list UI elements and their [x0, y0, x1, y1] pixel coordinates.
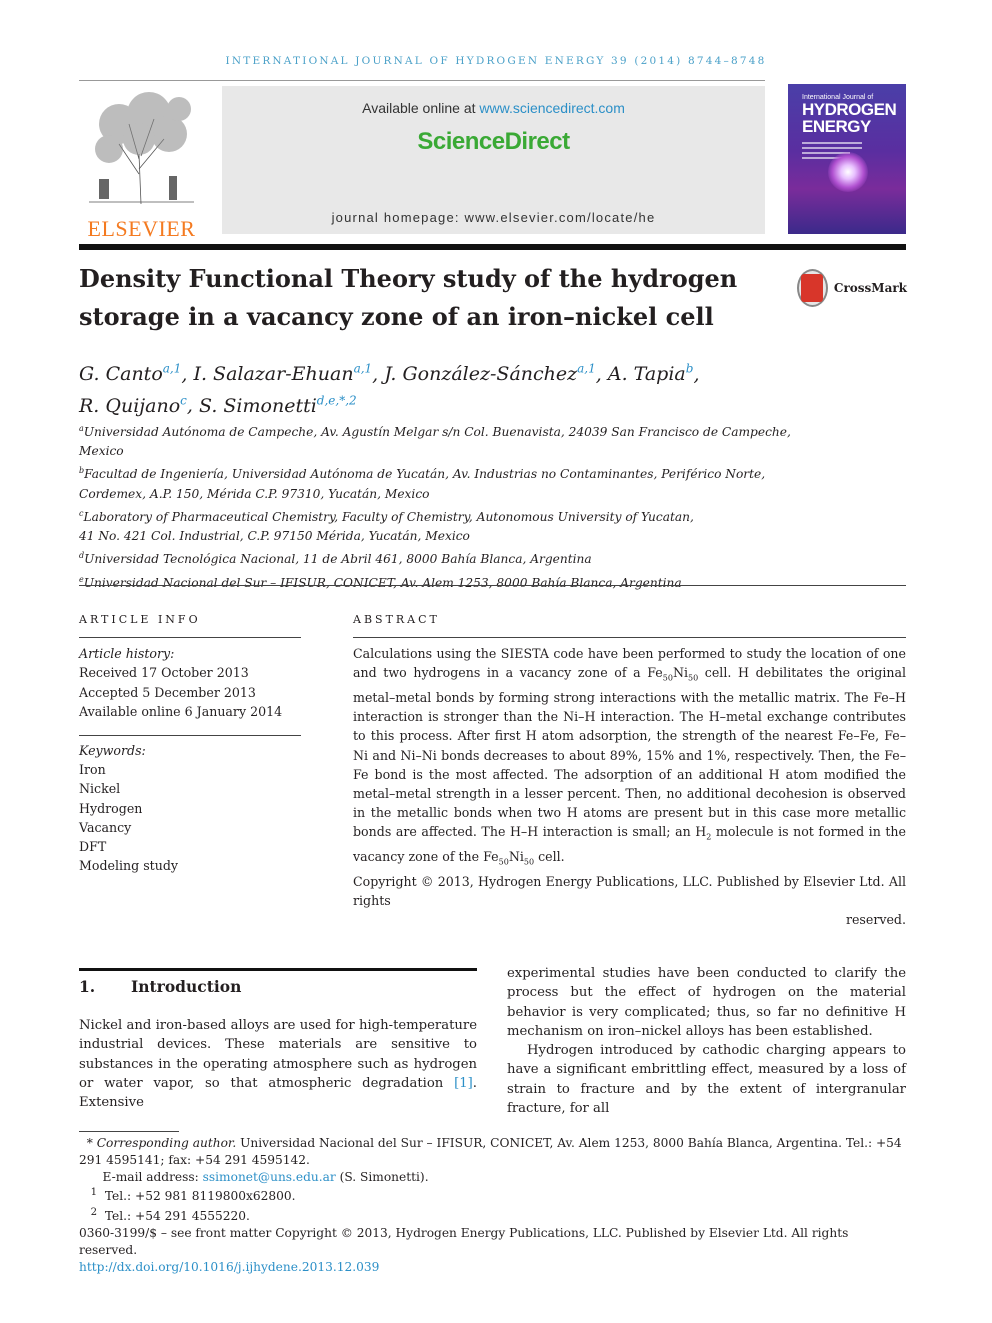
elsevier-tree-icon — [79, 84, 204, 209]
sciencedirect-brand[interactable]: ScienceDirect — [222, 128, 765, 156]
elsevier-wordmark: ELSEVIER — [87, 216, 196, 241]
author-list: G. Cantoa,1, I. Salazar-Ehuana,1, J. Gon… — [79, 362, 700, 417]
cover-title: International Journal of HYDROGEN ENERGY — [802, 94, 897, 136]
affiliation: cLaboratory of Pharmaceutical Chemistry,… — [79, 508, 694, 544]
history-label: Article history: — [79, 646, 175, 661]
paragraph: Hydrogen introduced by cathodic charging… — [507, 1043, 906, 1117]
author[interactable]: A. Tapiab — [608, 362, 694, 385]
citation-link[interactable]: [1] — [454, 1076, 473, 1091]
footnotes: * Corresponding author. Universidad Naci… — [79, 1135, 906, 1276]
email-note: E-mail address: ssimonet@uns.edu.ar (S. … — [102, 1169, 429, 1184]
corresponding-author-note: * Corresponding author. Universidad Naci… — [79, 1136, 902, 1167]
history-online: Available online 6 January 2014 — [79, 703, 283, 719]
affiliation: eUniversidad Nacional del Sur – IFISUR, … — [79, 574, 682, 590]
journal-cover[interactable]: International Journal of HYDROGEN ENERGY — [788, 84, 906, 234]
keyword: Vacancy — [79, 819, 132, 835]
abstract-body: Calculations using the SIESTA code have … — [353, 646, 906, 867]
crossmark-button[interactable]: CrossMark — [797, 268, 907, 308]
available-online: Available online at www.sciencedirect.co… — [222, 100, 765, 116]
footnote-divider — [79, 1131, 179, 1132]
section-number: 1. — [79, 977, 96, 996]
author-sup[interactable]: a,1 — [577, 362, 596, 376]
issn-line: 0360-3199/$ – see front matter Copyright… — [79, 1226, 849, 1257]
affiliations: aUniversidad Autónoma de Campeche, Av. A… — [79, 419, 799, 593]
intro-column-right: experimental studies have been conducted… — [507, 964, 906, 1118]
keywords: Keywords: Iron Nickel Hydrogen Vacancy D… — [79, 741, 301, 875]
author[interactable]: S. Simonettid,e,*,2 — [199, 393, 357, 416]
section-divider — [79, 968, 477, 971]
article-history: Article history: Received 17 October 201… — [79, 644, 301, 721]
keywords-label: Keywords: — [79, 743, 146, 758]
paragraph: experimental studies have been conducted… — [507, 966, 906, 1039]
keyword: DFT — [79, 839, 107, 855]
sciencedirect-link[interactable]: www.sciencedirect.com — [479, 100, 625, 116]
author-sup[interactable]: c — [180, 393, 187, 407]
cover-orb-icon — [828, 152, 868, 192]
abstract-divider — [353, 637, 906, 638]
sciencedirect-banner: Available online at www.sciencedirect.co… — [222, 86, 765, 234]
article-info-divider — [79, 637, 301, 638]
running-head: INTERNATIONAL JOURNAL OF HYDROGEN ENERGY… — [225, 55, 767, 67]
article-info-heading: ARTICLE INFO — [79, 613, 201, 626]
author-sup[interactable]: a,1 — [163, 362, 182, 376]
elsevier-logo[interactable]: ELSEVIER — [79, 84, 204, 241]
footnote-1: 1 Tel.: +52 981 8119800x62800. — [90, 1187, 296, 1204]
cover-line2: HYDROGEN — [802, 100, 897, 119]
author[interactable]: J. González-Sáncheza,1 — [384, 362, 596, 385]
abstract-copyright: Copyright © 2013, Hydrogen Energy Public… — [353, 873, 906, 908]
section-heading: 1. Introduction — [79, 977, 241, 996]
affiliation: bFacultad de Ingeniería, Universidad Aut… — [79, 466, 766, 501]
keywords-divider — [79, 735, 301, 736]
intro-column-left: Nickel and iron-based alloys are used fo… — [79, 1018, 477, 1111]
header-divider — [79, 244, 906, 250]
keyword: Modeling study — [79, 858, 179, 874]
doi-link[interactable]: http://dx.doi.org/10.1016/j.ijhydene.201… — [79, 1260, 379, 1274]
abstract-heading: ABSTRACT — [353, 613, 440, 626]
author-sup[interactable]: d,e,*,2 — [317, 393, 357, 407]
top-divider — [79, 80, 765, 81]
abstract-text: Calculations using the SIESTA code have … — [353, 644, 906, 929]
keyword: Iron — [79, 762, 106, 778]
footnote-2: 2 Tel.: +54 291 4555220. — [90, 1207, 250, 1224]
email-link[interactable]: ssimonet@uns.edu.ar — [203, 1170, 336, 1184]
author[interactable]: R. Quijanoc — [79, 393, 187, 416]
author[interactable]: G. Cantoa,1 — [79, 362, 182, 385]
affiliations-divider — [79, 585, 906, 586]
history-received: Received 17 October 2013 — [79, 665, 249, 681]
keyword: Hydrogen — [79, 800, 143, 816]
available-label: Available online at — [362, 100, 480, 116]
keyword: Nickel — [79, 781, 121, 797]
author[interactable]: I. Salazar-Ehuana,1 — [193, 362, 373, 385]
affiliation: aUniversidad Autónoma de Campeche, Av. A… — [79, 424, 791, 459]
article-title: Density Functional Theory study of the h… — [79, 264, 738, 331]
abstract-copyright-end: reserved. — [845, 912, 906, 928]
author-sup[interactable]: a,1 — [354, 362, 373, 376]
journal-homepage[interactable]: journal homepage: www.elsevier.com/locat… — [222, 210, 765, 225]
history-accepted: Accepted 5 December 2013 — [79, 684, 256, 700]
affiliation: dUniversidad Tecnológica Nacional, 11 de… — [79, 551, 592, 567]
cover-line3: ENERGY — [802, 117, 871, 136]
section-title: Introduction — [131, 977, 242, 996]
crossmark-label: CrossMark — [833, 281, 907, 295]
crossmark-icon — [797, 269, 828, 307]
